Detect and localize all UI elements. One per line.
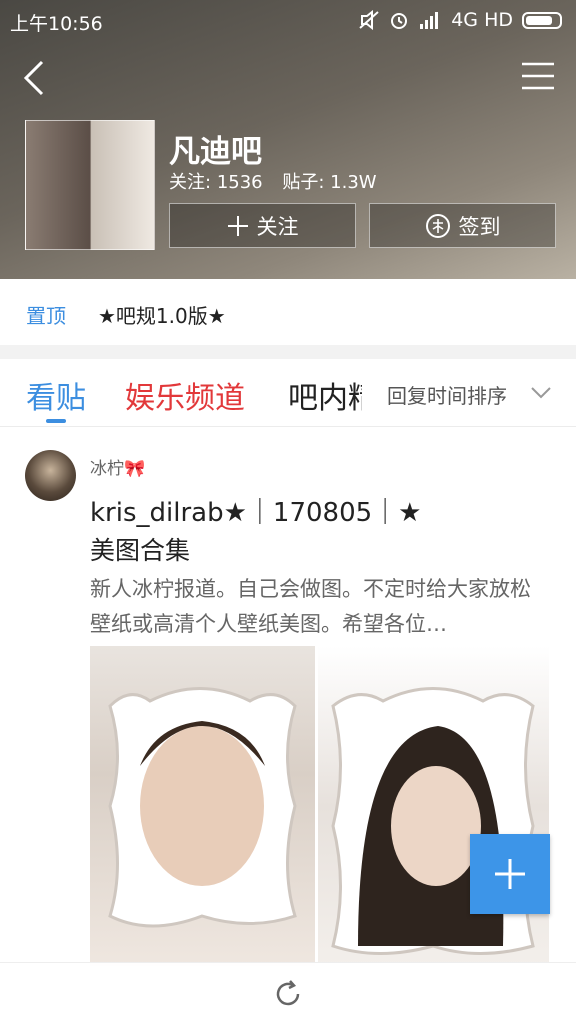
post-image-right[interactable] [318, 646, 549, 966]
alarm-icon [391, 13, 408, 29]
post-excerpt: 新人冰柠报道。自己会做图。不定时给大家放松壁纸或高清个人壁纸美图。希望各位… [90, 577, 531, 636]
status-time: 上午10:56 [10, 13, 103, 35]
bottom-bar [0, 962, 576, 1025]
follow-button[interactable]: 关注 [169, 203, 356, 248]
network-label: 4G HD [451, 9, 513, 31]
plus-icon [495, 859, 525, 889]
sign-icon [425, 213, 450, 238]
pinned-tag: 置顶 [26, 304, 66, 328]
follow-count: 1536 [216, 172, 263, 193]
follow-count-label: 关注: [169, 172, 212, 193]
follow-button-label: 关注 [256, 214, 299, 239]
pinned-post[interactable]: 置顶 ★吧规1.0版★ [0, 279, 576, 345]
pinned-title: ★吧规1.0版★ [98, 304, 226, 328]
mute-icon [359, 10, 379, 30]
sort-selector[interactable]: 回复时间排序 [383, 380, 507, 409]
bar-stats: 关注: 1536 贴子: 1.3W [169, 168, 377, 194]
section-divider [0, 345, 576, 359]
post-count-label: 贴子: [282, 172, 325, 193]
image-frame-left [108, 687, 297, 928]
menu-icon[interactable] [520, 60, 556, 92]
sign-button-label: 签到 [458, 214, 501, 239]
author-name[interactable]: 冰柠🎀 [90, 454, 145, 479]
post-subtitle[interactable]: 美图合集 [90, 531, 190, 567]
bar-header: 上午10:56 4G HD 凡迪吧 关注: 1536 贴子: 1.3W 关注 签… [0, 0, 576, 279]
status-icons: 4G HD [358, 9, 562, 31]
post-image-left[interactable] [90, 646, 315, 966]
image-frame-right [331, 687, 535, 955]
battery-icon [522, 11, 562, 29]
tab-bar: 看贴 娱乐频道 吧内精品 回复时间排序 [0, 359, 576, 427]
refresh-icon[interactable] [272, 978, 304, 1010]
back-icon[interactable] [16, 58, 56, 98]
plus-icon [227, 215, 248, 236]
author-avatar[interactable] [25, 450, 76, 501]
chevron-down-icon[interactable] [528, 379, 554, 405]
tab-posts[interactable]: 看贴 [26, 373, 86, 417]
status-bar: 上午10:56 4G HD [0, 0, 576, 40]
sign-in-button[interactable]: 签到 [369, 203, 556, 248]
tab-featured[interactable]: 吧内精品 [288, 373, 362, 417]
new-post-button[interactable] [470, 834, 550, 914]
bar-name: 凡迪吧 [169, 134, 262, 170]
signal-icon [420, 12, 439, 29]
active-tab-indicator [46, 419, 66, 423]
post-count: 1.3W [330, 172, 377, 193]
tab-entertainment[interactable]: 娱乐频道 [125, 373, 245, 417]
bar-avatar [25, 120, 155, 250]
post-title[interactable]: kris_dilrab★｜170805｜★ [90, 492, 421, 529]
